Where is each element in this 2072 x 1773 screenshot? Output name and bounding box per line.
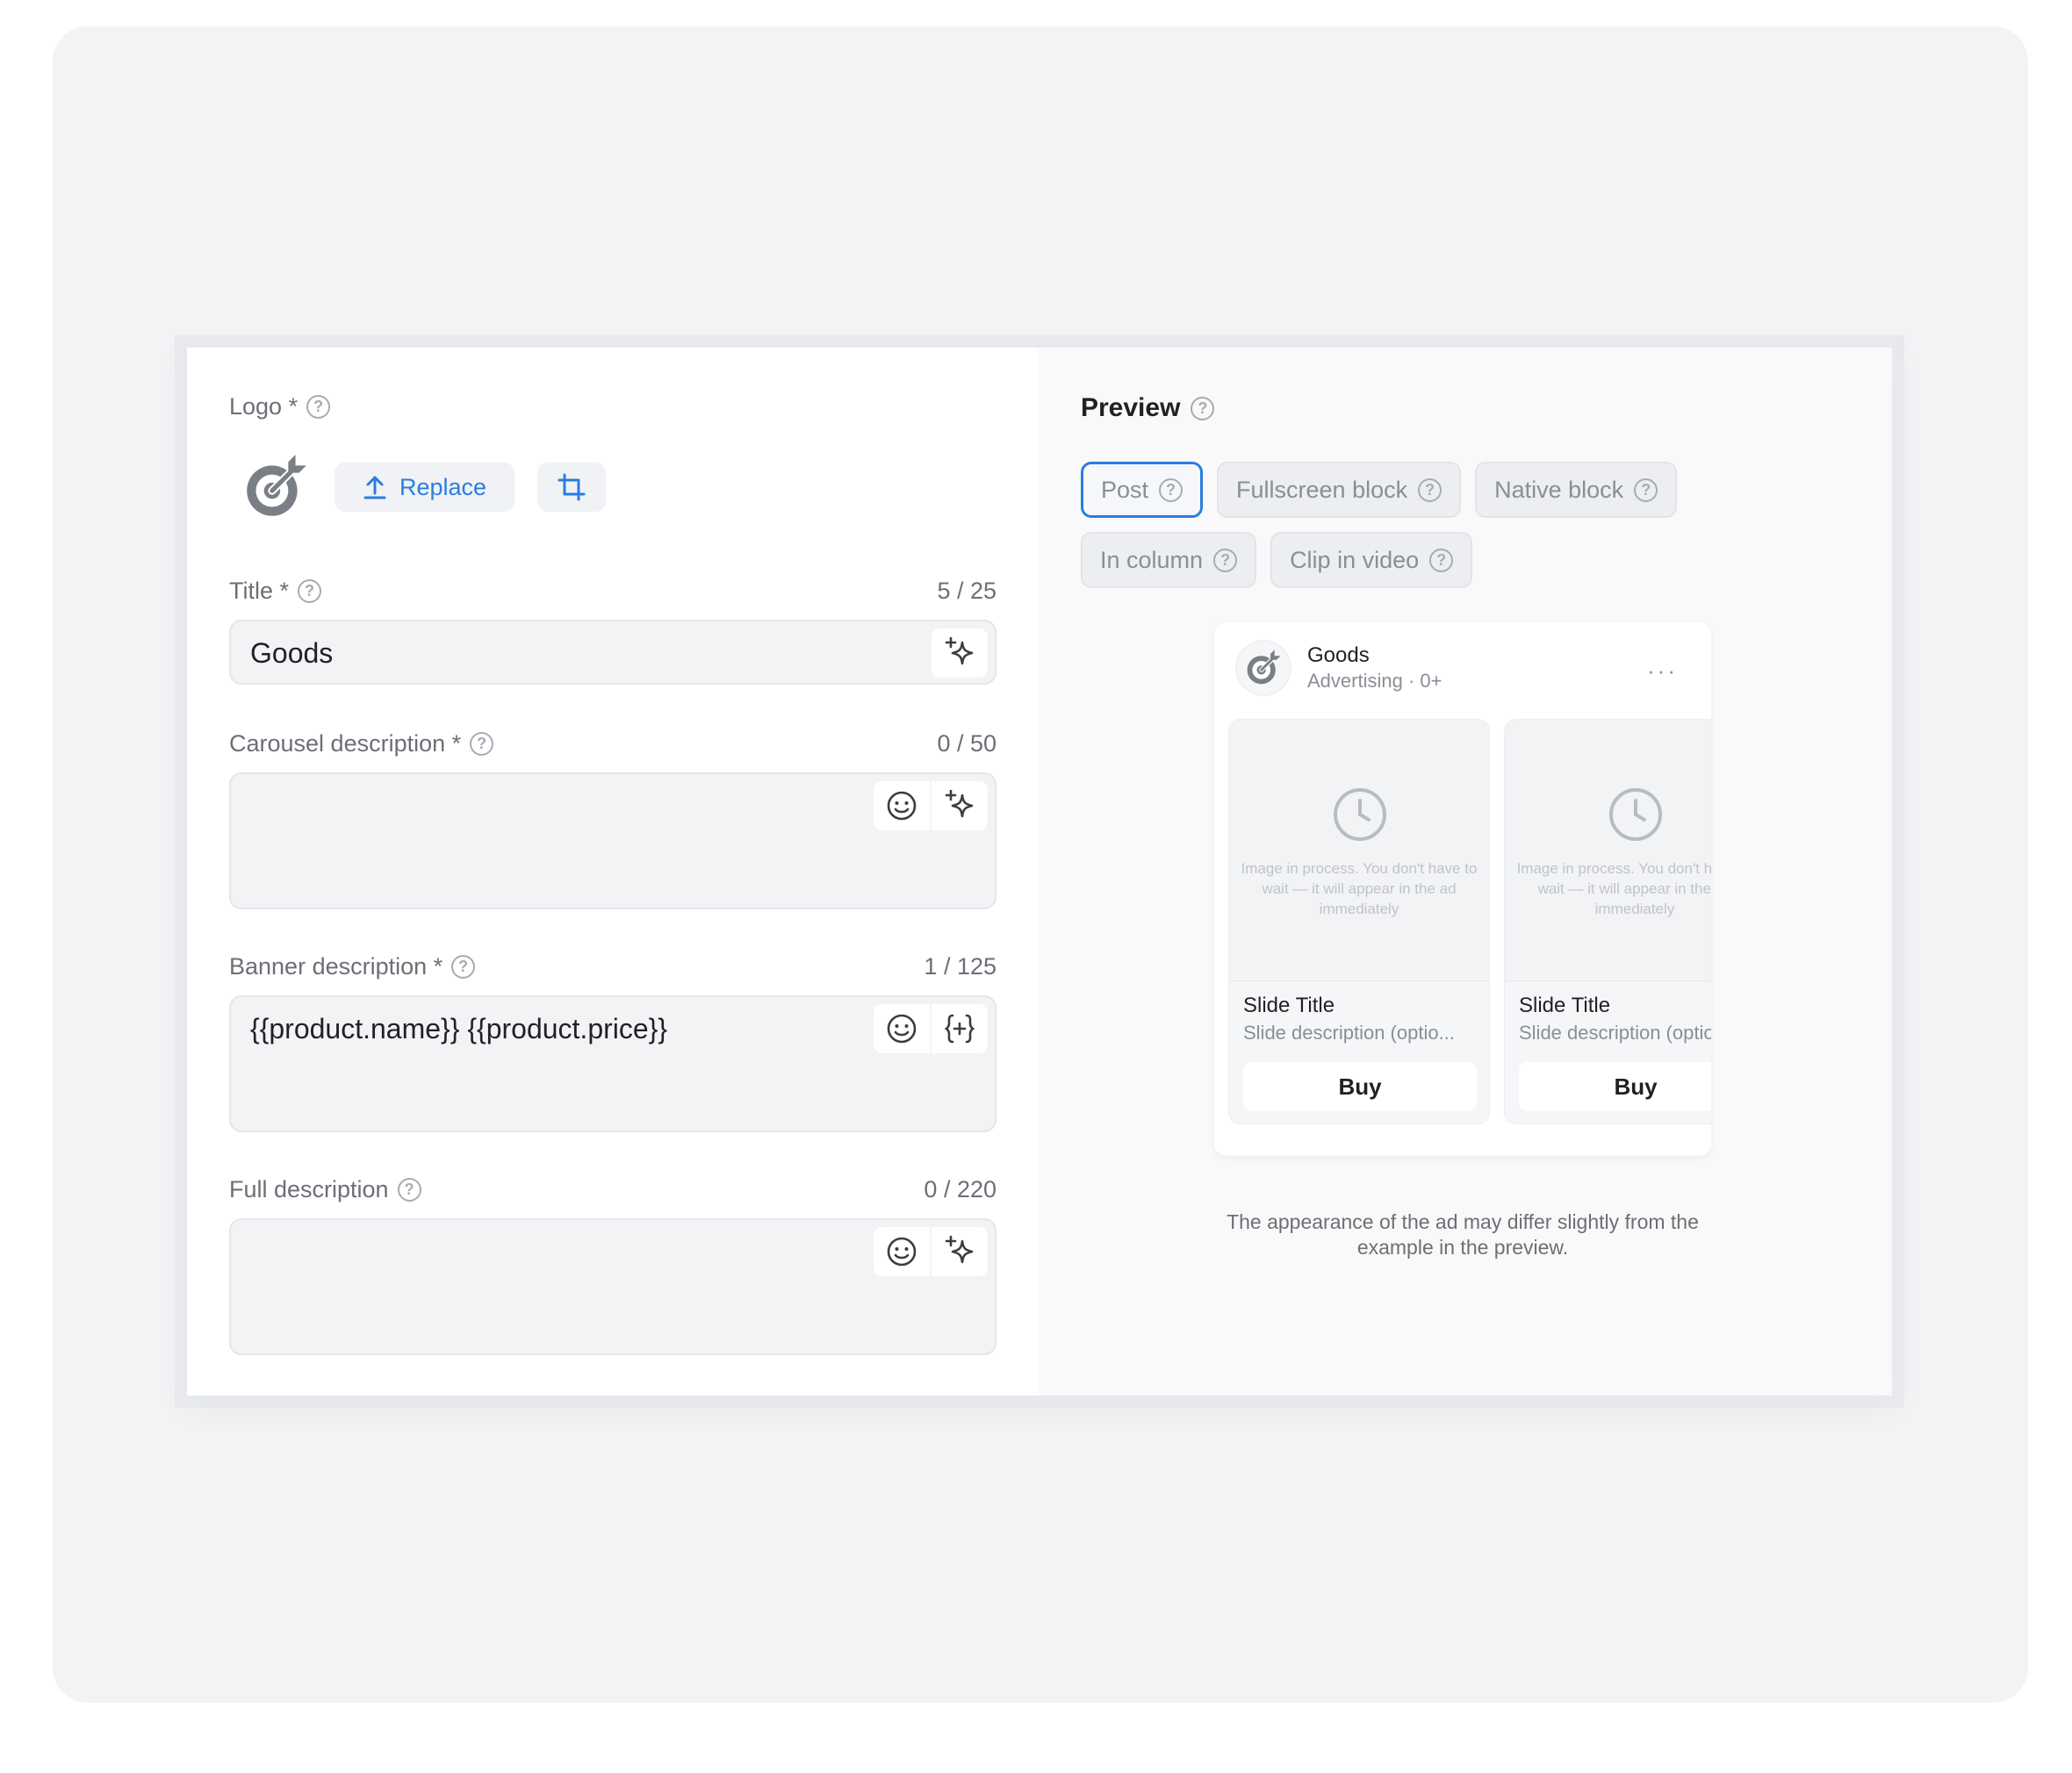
smile-icon bbox=[887, 791, 917, 821]
tab-native-block[interactable]: Native block ? bbox=[1475, 462, 1678, 518]
smile-icon bbox=[887, 1237, 917, 1267]
help-icon[interactable]: ? bbox=[1634, 477, 1658, 502]
logo-target-icon bbox=[247, 455, 306, 516]
format-tabs-row-1: Post ? Fullscreen block ? Native block ? bbox=[1081, 462, 1678, 518]
avatar bbox=[1235, 640, 1291, 696]
banner-description-input[interactable]: {{product.name}} {{product.price}} bbox=[229, 995, 996, 1132]
variable-braces-icon bbox=[944, 1014, 975, 1044]
tab-in-column[interactable]: In column ? bbox=[1081, 532, 1257, 588]
post-subtitle: Advertising · 0+ bbox=[1307, 670, 1442, 692]
image-processing-note: Image in process. You don't have to wait… bbox=[1241, 860, 1478, 917]
slide-description: Slide description (optio... bbox=[1243, 1022, 1455, 1044]
ad-editor-card: Logo * ? Replace Title * ? 5 / 25 Goods … bbox=[187, 348, 1892, 1396]
buy-button[interactable]: Buy bbox=[1243, 1062, 1477, 1111]
replace-logo-button[interactable]: Replace bbox=[335, 463, 515, 512]
buy-button[interactable]: Buy bbox=[1519, 1062, 1711, 1111]
post-header: Goods Advertising · 0+ bbox=[1235, 640, 1442, 696]
crop-logo-button[interactable] bbox=[537, 463, 607, 512]
carousel-label: Carousel description * bbox=[229, 730, 462, 757]
crop-icon bbox=[558, 473, 586, 501]
preview-title: Preview bbox=[1081, 393, 1181, 422]
banner-label: Banner description * bbox=[229, 953, 443, 980]
logo-label: Logo * bbox=[229, 393, 299, 420]
help-icon[interactable]: ? bbox=[397, 1178, 421, 1202]
clock-icon bbox=[1609, 788, 1662, 841]
title-label: Title * bbox=[229, 578, 290, 604]
smile-icon bbox=[887, 1014, 917, 1044]
carousel-counter: 0 / 50 bbox=[937, 730, 996, 757]
logo-label-row: Logo * ? bbox=[229, 393, 996, 420]
banner-label-row: Banner description * ? 1 / 125 bbox=[229, 953, 996, 980]
logo-target-icon bbox=[1247, 650, 1281, 685]
slide-description: Slide description (optional) bbox=[1519, 1022, 1711, 1044]
logo-controls: Replace bbox=[240, 451, 607, 523]
carousel-slide: Image in process. You don't have to wait… bbox=[1228, 719, 1490, 1124]
help-icon[interactable]: ? bbox=[1159, 477, 1183, 502]
sparkles-icon bbox=[945, 789, 974, 818]
title-counter: 5 / 25 bbox=[937, 578, 996, 604]
preview-heading: Preview ? bbox=[1081, 393, 1215, 423]
clock-icon bbox=[1334, 788, 1386, 841]
ad-form: Logo * ? Replace Title * ? 5 / 25 Goods … bbox=[187, 348, 1039, 1396]
full-description-counter: 0 / 220 bbox=[924, 1176, 996, 1202]
banner-value: {{product.name}} {{product.price}} bbox=[250, 1013, 668, 1044]
carousel-label-row: Carousel description * ? 0 / 50 bbox=[229, 730, 996, 757]
help-icon[interactable]: ? bbox=[298, 579, 322, 603]
tab-fullscreen-block[interactable]: Fullscreen block ? bbox=[1217, 462, 1462, 518]
title-label-row: Title * ? 5 / 25 bbox=[229, 578, 996, 605]
more-options-icon[interactable]: ··· bbox=[1647, 657, 1678, 685]
preview-disclaimer: The appearance of the ad may differ slig… bbox=[1227, 1210, 1699, 1259]
carousel-slides: Image in process. You don't have to wait… bbox=[1228, 719, 1711, 1124]
sparkles-icon bbox=[945, 1235, 974, 1264]
post-preview: Goods Advertising · 0+ ··· Image in proc… bbox=[1214, 622, 1711, 1156]
help-icon[interactable]: ? bbox=[1213, 548, 1238, 572]
full-description-input[interactable] bbox=[229, 1218, 996, 1355]
tab-clip-in-video[interactable]: Clip in video ? bbox=[1270, 532, 1473, 588]
carousel-slide: Image in process. You don't have to wait… bbox=[1504, 719, 1711, 1124]
replace-logo-label: Replace bbox=[399, 473, 487, 500]
emoji-button[interactable] bbox=[874, 781, 930, 830]
help-icon[interactable]: ? bbox=[1418, 477, 1442, 502]
upload-icon bbox=[363, 476, 386, 499]
preview-panel: Preview ? Post ? Fullscreen block ? Nati… bbox=[1039, 348, 1892, 1396]
title-value: Goods bbox=[250, 637, 334, 669]
slide-title: Slide Title bbox=[1243, 994, 1335, 1017]
full-description-label: Full description bbox=[229, 1176, 389, 1202]
full-label-row: Full description ? 0 / 220 bbox=[229, 1176, 996, 1203]
help-icon[interactable]: ? bbox=[1191, 396, 1215, 420]
help-icon[interactable]: ? bbox=[470, 732, 494, 756]
help-icon[interactable]: ? bbox=[1429, 548, 1454, 572]
sparkles-icon bbox=[945, 636, 974, 665]
ai-generate-button[interactable] bbox=[932, 1227, 988, 1276]
post-advertiser-name: Goods bbox=[1307, 643, 1370, 667]
image-processing-note: Image in process. You don't have to wait… bbox=[1516, 860, 1711, 917]
carousel-description-input[interactable] bbox=[229, 772, 996, 909]
help-icon[interactable]: ? bbox=[306, 395, 331, 419]
insert-variable-button[interactable] bbox=[932, 1004, 988, 1053]
title-input[interactable]: Goods bbox=[229, 620, 996, 685]
format-tabs-row-2: In column ? Clip in video ? bbox=[1081, 532, 1473, 588]
help-icon[interactable]: ? bbox=[451, 955, 476, 979]
slide-title: Slide Title bbox=[1519, 994, 1611, 1017]
emoji-button[interactable] bbox=[874, 1227, 930, 1276]
banner-counter: 1 / 125 bbox=[924, 953, 996, 980]
slide-image-placeholder: Image in process. You don't have to wait… bbox=[1505, 720, 1711, 981]
emoji-button[interactable] bbox=[874, 1004, 930, 1053]
ai-generate-button[interactable] bbox=[932, 781, 988, 830]
ai-generate-button[interactable] bbox=[932, 628, 988, 678]
slide-image-placeholder: Image in process. You don't have to wait… bbox=[1229, 720, 1489, 981]
tab-post[interactable]: Post ? bbox=[1081, 462, 1204, 518]
